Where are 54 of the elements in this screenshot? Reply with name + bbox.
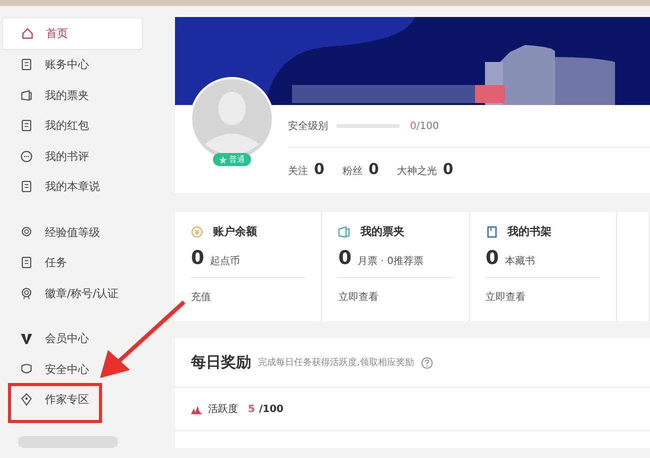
stat-value: 0 (368, 160, 379, 178)
sidebar-item[interactable]: 作家专区 (2, 384, 143, 415)
card-value: 0 (338, 247, 352, 269)
daily-title: 每日奖励 (191, 353, 251, 372)
stat-label: 关注 (288, 164, 308, 178)
note-icon (20, 180, 33, 194)
security-score: 0 (410, 120, 416, 132)
level-badge: 普通 (213, 153, 251, 166)
card-value: 0 (191, 247, 204, 269)
chat-icon (20, 150, 33, 163)
sidebar-item[interactable]: 账务中心 (2, 50, 143, 80)
shield-icon (20, 362, 33, 376)
book-icon (486, 226, 498, 238)
card-unit: 本藏书 (504, 254, 535, 268)
sidebar-item[interactable]: 会员中心 (2, 324, 143, 354)
activity-total: /100 (258, 404, 284, 414)
sidebar-item[interactable]: 我的票夹 (2, 80, 143, 110)
ticket-icon (338, 226, 350, 238)
activity-icon (191, 404, 202, 414)
sidebar-item[interactable]: 我的书评 (2, 141, 143, 172)
card-link[interactable]: 立即查看 (486, 290, 526, 304)
stat-value: 0 (442, 160, 454, 178)
activity-label: 活跃度 (208, 402, 238, 416)
doc-icon (20, 256, 33, 270)
medal-icon (20, 226, 33, 239)
sidebar-item[interactable]: 任务 (2, 248, 143, 278)
card-title: 我的书架 (508, 224, 552, 239)
card-link[interactable]: 立即查看 (338, 290, 378, 304)
ticket-icon (20, 88, 33, 102)
coin-icon (191, 226, 203, 238)
card-value: 0 (486, 247, 499, 269)
badge-icon (20, 286, 33, 300)
sidebar-item[interactable]: 我的本章说 (2, 172, 143, 202)
activity-score: 5 (248, 404, 255, 414)
sidebar-item[interactable]: 徽章/称号/认证 (2, 278, 143, 308)
security-total: /100 (416, 120, 439, 132)
vip-icon (20, 332, 33, 346)
sidebar-item[interactable]: 安全中心 (2, 354, 143, 384)
sidebar-item[interactable]: 经验值等级 (2, 217, 143, 248)
card-unit: 月票 · 0推荐票 (358, 254, 424, 268)
security-label: 安全级别 (288, 120, 328, 133)
card-unit: 起点币 (210, 254, 240, 268)
stat-value: 0 (314, 160, 324, 178)
stat-label: 大神之光 (396, 164, 437, 178)
doc-icon (20, 58, 33, 72)
sidebar-item[interactable]: 首页 (2, 17, 143, 50)
stat-label: 粉丝 (342, 164, 362, 178)
card-title: 账户余额 (213, 224, 257, 239)
sidebar-item[interactable]: 我的红包 (2, 110, 143, 141)
card-title: 我的票夹 (360, 224, 404, 239)
card-link[interactable]: 充值 (191, 290, 211, 304)
help-icon[interactable] (420, 356, 433, 368)
home-icon (21, 26, 34, 40)
daily-subtitle: 完成每日任务获得活跃度,领取相应奖励 (258, 356, 414, 369)
